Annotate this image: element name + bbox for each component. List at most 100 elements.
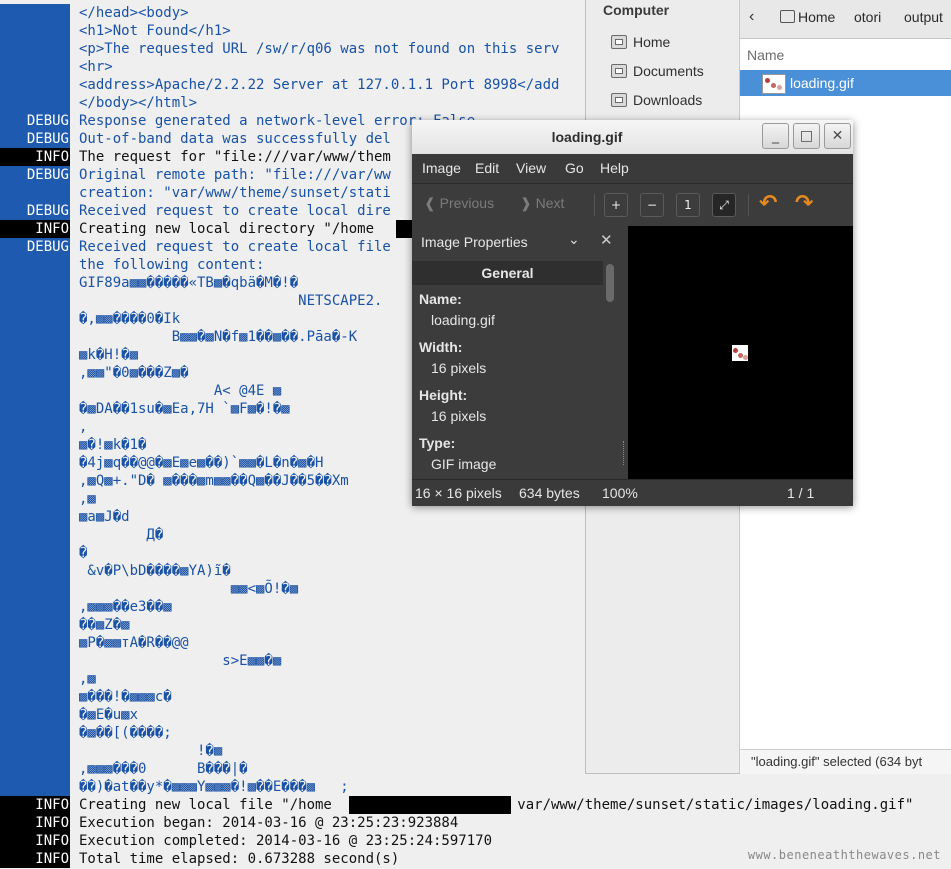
log-text: Д�	[79, 527, 164, 543]
status-position: 1 / 1	[787, 485, 815, 501]
sidebar-item-documents[interactable]: Documents	[611, 60, 704, 82]
zoom-fit-icon[interactable]: ⤢	[712, 193, 736, 217]
log-level: INFO	[0, 796, 70, 814]
log-level	[0, 310, 70, 328]
log-text: B▩▩�▩N�f▩1��▩��.Pāa�-K	[79, 329, 358, 345]
log-level	[0, 76, 70, 94]
image-viewer-window: loading.gif _ □ ✕ Image Edit View Go Hel…	[412, 120, 853, 506]
sidebar-item-home[interactable]: Home	[611, 31, 670, 53]
breadcrumb-label: Home	[798, 9, 836, 25]
log-level: DEBUG	[0, 130, 70, 148]
log-text: �	[79, 545, 88, 561]
close-icon[interactable]: ✕	[600, 231, 613, 249]
log-text: s>E▩▩�▩	[79, 653, 282, 669]
status-zoom: 100%	[602, 485, 638, 501]
file-row-selected[interactable]: loading.gif	[740, 70, 951, 96]
previous-button[interactable]: ❰ Previous	[424, 195, 494, 212]
log-level	[0, 184, 70, 202]
menu-view[interactable]: View	[516, 160, 546, 176]
log-text: ▩a▩J�d	[79, 509, 130, 525]
menu-help[interactable]: Help	[600, 160, 629, 176]
minimize-button[interactable]: _	[762, 123, 789, 149]
menu-image[interactable]: Image	[422, 160, 461, 176]
log-text: <p>The requested URL /sw/r/q06 was not f…	[79, 41, 560, 57]
log-text: A< @4E ▩	[79, 383, 282, 399]
column-header-name[interactable]: Name	[740, 40, 951, 71]
maximize-button[interactable]: □	[793, 123, 820, 149]
log-text: ▩k�H!�▩	[79, 347, 139, 363]
arrow-right-icon: ❱	[520, 195, 536, 211]
log-text: ▩▩<▩Õ!�▩	[79, 581, 299, 597]
prop-label: Name:	[419, 291, 462, 307]
log-text: ,▩	[79, 491, 96, 507]
downloads-folder-icon	[611, 93, 627, 107]
log-level: DEBUG	[0, 238, 70, 256]
breadcrumb-home[interactable]: Home	[780, 9, 835, 25]
log-level	[0, 40, 70, 58]
menu-go[interactable]: Go	[565, 160, 584, 176]
log-text: ,▩▩▩���0 B���|�	[79, 761, 248, 777]
sidebar-item-label: Home	[633, 34, 671, 50]
log-text: ,▩Q▩+."D� ▩���▩m▩▩��Q▩��J��5��Xm	[79, 473, 349, 489]
terminal-line: INFO Execution began: 2014-03-16 @ 23:25:…	[0, 814, 951, 832]
status-text: "loading.gif" selected (634 byt	[751, 754, 923, 769]
selection-status: "loading.gif" selected (634 byt	[740, 749, 951, 774]
log-level	[0, 328, 70, 346]
log-level: INFO	[0, 148, 70, 166]
log-text: </body></html>	[79, 95, 198, 111]
log-level	[0, 472, 70, 490]
log-text: Execution began: 2014-03-16 @ 23:25:23:9…	[79, 815, 459, 831]
log-level	[0, 580, 70, 598]
log-text: The request for "file:///var/www/them	[79, 149, 391, 165]
title-bar[interactable]: loading.gif _ □ ✕	[412, 120, 853, 155]
panel-scrollbar[interactable]	[606, 264, 614, 302]
panel-header: Image Properties ⌄ ✕	[412, 226, 627, 258]
log-level	[0, 364, 70, 382]
rotate-left-icon[interactable]: ↶	[759, 191, 777, 216]
prop-value: loading.gif	[431, 312, 495, 328]
arrow-left-icon: ❰	[424, 195, 440, 211]
log-level: INFO	[0, 850, 70, 868]
window-title: loading.gif	[551, 129, 623, 145]
log-text: </head><body>	[79, 5, 189, 21]
pane-resize-handle[interactable]	[623, 441, 626, 465]
breadcrumb-output[interactable]: output	[904, 9, 943, 25]
sidebar-section-computer: Computer	[603, 2, 670, 18]
log-text: &v�P\bD����▩YA)ĩ�	[79, 563, 231, 579]
zoom-normal-icon[interactable]: 1	[676, 193, 700, 217]
log-level: INFO	[0, 814, 70, 832]
log-level	[0, 58, 70, 76]
zoom-in-icon[interactable]: +	[604, 193, 628, 217]
next-label: Next	[535, 195, 565, 211]
log-level	[0, 94, 70, 112]
image-canvas[interactable]	[628, 226, 853, 479]
zoom-out-icon[interactable]: −	[640, 193, 664, 217]
status-filesize: 634 bytes	[519, 485, 580, 501]
back-chevron-icon[interactable]: ‹	[749, 8, 754, 26]
menu-edit[interactable]: Edit	[475, 160, 499, 176]
next-button[interactable]: ❱ Next	[520, 195, 564, 212]
close-button[interactable]: ✕	[824, 123, 851, 149]
log-level	[0, 760, 70, 778]
breadcrumb-otori[interactable]: otori	[854, 9, 881, 25]
sidebar-item-downloads[interactable]: Downloads	[611, 89, 702, 111]
log-text: ��▩Z�▩	[79, 617, 130, 633]
rotate-right-icon[interactable]: ↷	[795, 191, 813, 216]
log-text: Out-of-band data was successfully del	[79, 131, 391, 147]
sidebar-panel: Image Properties ⌄ ✕ General Name: loadi…	[412, 226, 627, 479]
log-level: DEBUG	[0, 202, 70, 220]
log-text: creation: "var/www/theme/sunset/stati	[79, 185, 391, 201]
log-text: �▩E�u▩x	[79, 707, 139, 723]
prop-value: GIF image	[431, 456, 497, 472]
log-text: �▩DA��1su�▩Ea,7H `▩F▩�!�▩	[79, 401, 290, 417]
section-general[interactable]: General	[412, 261, 603, 285]
log-text: <address>Apache/2.2.22 Server at 127.0.1…	[79, 77, 560, 93]
redaction-bar	[349, 796, 511, 814]
chevron-down-icon[interactable]: ⌄	[568, 232, 580, 248]
log-text: ,▩▩"�0▩���Z▩�	[79, 365, 189, 381]
log-level: INFO	[0, 220, 70, 238]
log-text: ��)�at��y*�▩▩▩Y▩▩▩�!▩��E���▩ ;	[79, 779, 349, 795]
log-level	[0, 598, 70, 616]
home-folder-icon	[611, 35, 627, 49]
log-level: DEBUG	[0, 166, 70, 184]
